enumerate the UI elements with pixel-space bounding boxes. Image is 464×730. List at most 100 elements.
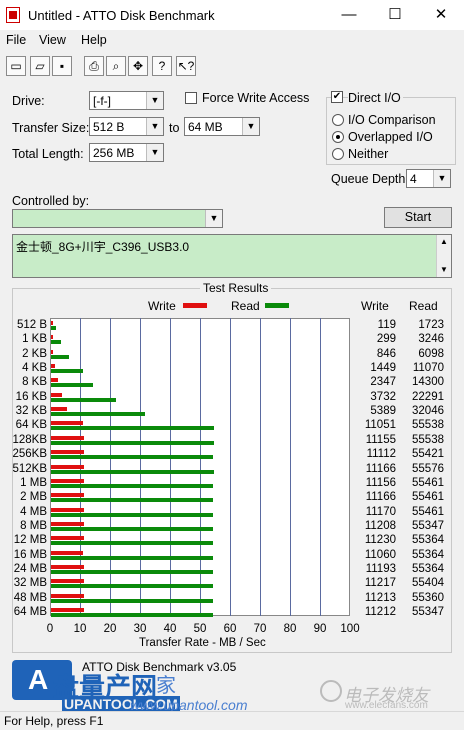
write-value: 3732 (370, 391, 396, 403)
write-value: 11208 (364, 520, 396, 532)
read-bar (51, 613, 213, 617)
watermark-mid-text: 家 (156, 675, 176, 697)
row-category-label: 64 KB (15, 419, 47, 431)
grid-line (290, 318, 291, 616)
elecfans-logo (320, 680, 342, 702)
row-category-label: 8 MB (20, 520, 47, 532)
title-bar: Untitled - ATTO Disk Benchmark — ☐ ✕ (0, 0, 464, 30)
write-bar (51, 594, 84, 598)
direct-io-label: Direct I/O (348, 91, 403, 105)
queue-depth-select[interactable]: 4 ▼ (406, 169, 451, 188)
read-value: 55347 (412, 520, 444, 532)
io-comparison-radio[interactable] (332, 114, 344, 126)
move-icon[interactable]: ✥ (128, 56, 148, 76)
read-value: 55461 (412, 506, 444, 518)
neither-radio[interactable] (332, 148, 344, 160)
read-bar (51, 441, 214, 445)
write-bar (51, 421, 83, 425)
row-category-label: 1 MB (20, 477, 47, 489)
x-tick-label: 10 (73, 623, 87, 635)
read-bar (51, 383, 93, 387)
x-tick-label: 100 (340, 623, 360, 635)
test-results-title: Test Results (200, 281, 272, 295)
row-category-label: 48 MB (13, 592, 47, 604)
print-preview-icon[interactable]: ⌕ (106, 56, 126, 76)
menu-view[interactable]: View (39, 33, 66, 47)
write-bar (51, 551, 83, 555)
write-value: 846 (376, 348, 396, 360)
transfer-size-from-select[interactable]: 512 B ▼ (89, 117, 164, 136)
write-bar (51, 608, 84, 612)
x-tick-label: 60 (223, 623, 237, 635)
read-bar (51, 355, 69, 359)
overlapped-io-radio[interactable] (332, 131, 344, 143)
write-bar (51, 536, 84, 540)
neither-label: Neither (348, 147, 389, 161)
write-bar (51, 350, 53, 354)
read-value: 55576 (412, 463, 444, 475)
open-icon[interactable]: ▱ (30, 56, 50, 76)
minimize-button[interactable]: — (326, 0, 372, 30)
menu-help[interactable]: Help (81, 33, 107, 47)
read-value: 55404 (412, 577, 444, 589)
legend-write-label: Write (148, 299, 176, 313)
queue-depth-value: 4 (410, 172, 417, 186)
read-value: 32046 (412, 405, 444, 417)
row-category-label: 512 B (16, 319, 47, 331)
description-field[interactable]: 金士顿_8G+川宇_C396_USB3.0 ▲ ▼ (12, 234, 452, 278)
drive-select[interactable]: [-f-] ▼ (89, 91, 164, 110)
force-write-checkbox[interactable] (185, 92, 197, 104)
description-scrollbar[interactable]: ▲ ▼ (436, 235, 451, 277)
read-bar (51, 570, 213, 574)
write-bar (51, 393, 62, 397)
help-icon[interactable]: ? (152, 56, 172, 76)
save-icon[interactable]: ▪ (52, 56, 72, 76)
write-bar (51, 378, 58, 382)
write-value: 11193 (365, 563, 396, 575)
x-tick-label: 30 (133, 623, 147, 635)
menu-file[interactable]: File (6, 33, 26, 47)
read-value: 55538 (412, 434, 444, 446)
write-value: 11170 (365, 506, 396, 518)
write-bar (51, 465, 84, 469)
print-icon[interactable]: ⎙ (84, 56, 104, 76)
drive-value: [-f-] (93, 94, 111, 108)
write-value: 5389 (370, 405, 396, 417)
maximize-button[interactable]: ☐ (372, 0, 418, 30)
start-button[interactable]: Start (384, 207, 452, 228)
write-bar (51, 522, 84, 526)
read-bar (51, 556, 213, 560)
close-button[interactable]: ✕ (418, 0, 464, 30)
write-bar (51, 364, 55, 368)
column-write-header: Write (361, 299, 389, 313)
direct-io-checkbox[interactable]: ✔ (331, 91, 343, 103)
grid-line (260, 318, 261, 616)
read-bar (51, 484, 213, 488)
read-value: 55364 (412, 534, 444, 546)
force-write-label: Force Write Access (202, 91, 310, 105)
x-tick-label: 20 (103, 623, 117, 635)
read-bar (51, 541, 213, 545)
x-tick-label: 0 (46, 623, 54, 635)
read-value: 55347 (412, 606, 444, 618)
x-tick-label: 40 (163, 623, 177, 635)
row-category-label: 512KB (12, 463, 47, 475)
controlled-by-select[interactable]: ▼ (12, 209, 223, 228)
read-value: 55421 (412, 448, 444, 460)
read-bar (51, 412, 145, 416)
total-length-select[interactable]: 256 MB ▼ (89, 143, 164, 162)
new-icon[interactable]: ▭ (6, 56, 26, 76)
queue-depth-label: Queue Depth: (331, 172, 409, 186)
watermark-right-url: www.elecfans.com (345, 700, 428, 711)
read-value: 11070 (412, 362, 444, 374)
chevron-down-icon: ▼ (242, 118, 259, 135)
read-bar (51, 470, 214, 474)
read-value: 55461 (412, 477, 444, 489)
transfer-size-to-select[interactable]: 64 MB ▼ (184, 117, 260, 136)
transfer-size-to-value: 64 MB (188, 120, 223, 134)
row-category-label: 128KB (12, 434, 47, 446)
row-category-label: 1 KB (22, 333, 47, 345)
write-bar (51, 508, 84, 512)
row-category-label: 8 KB (22, 376, 47, 388)
context-help-icon[interactable]: ↖? (176, 56, 196, 76)
